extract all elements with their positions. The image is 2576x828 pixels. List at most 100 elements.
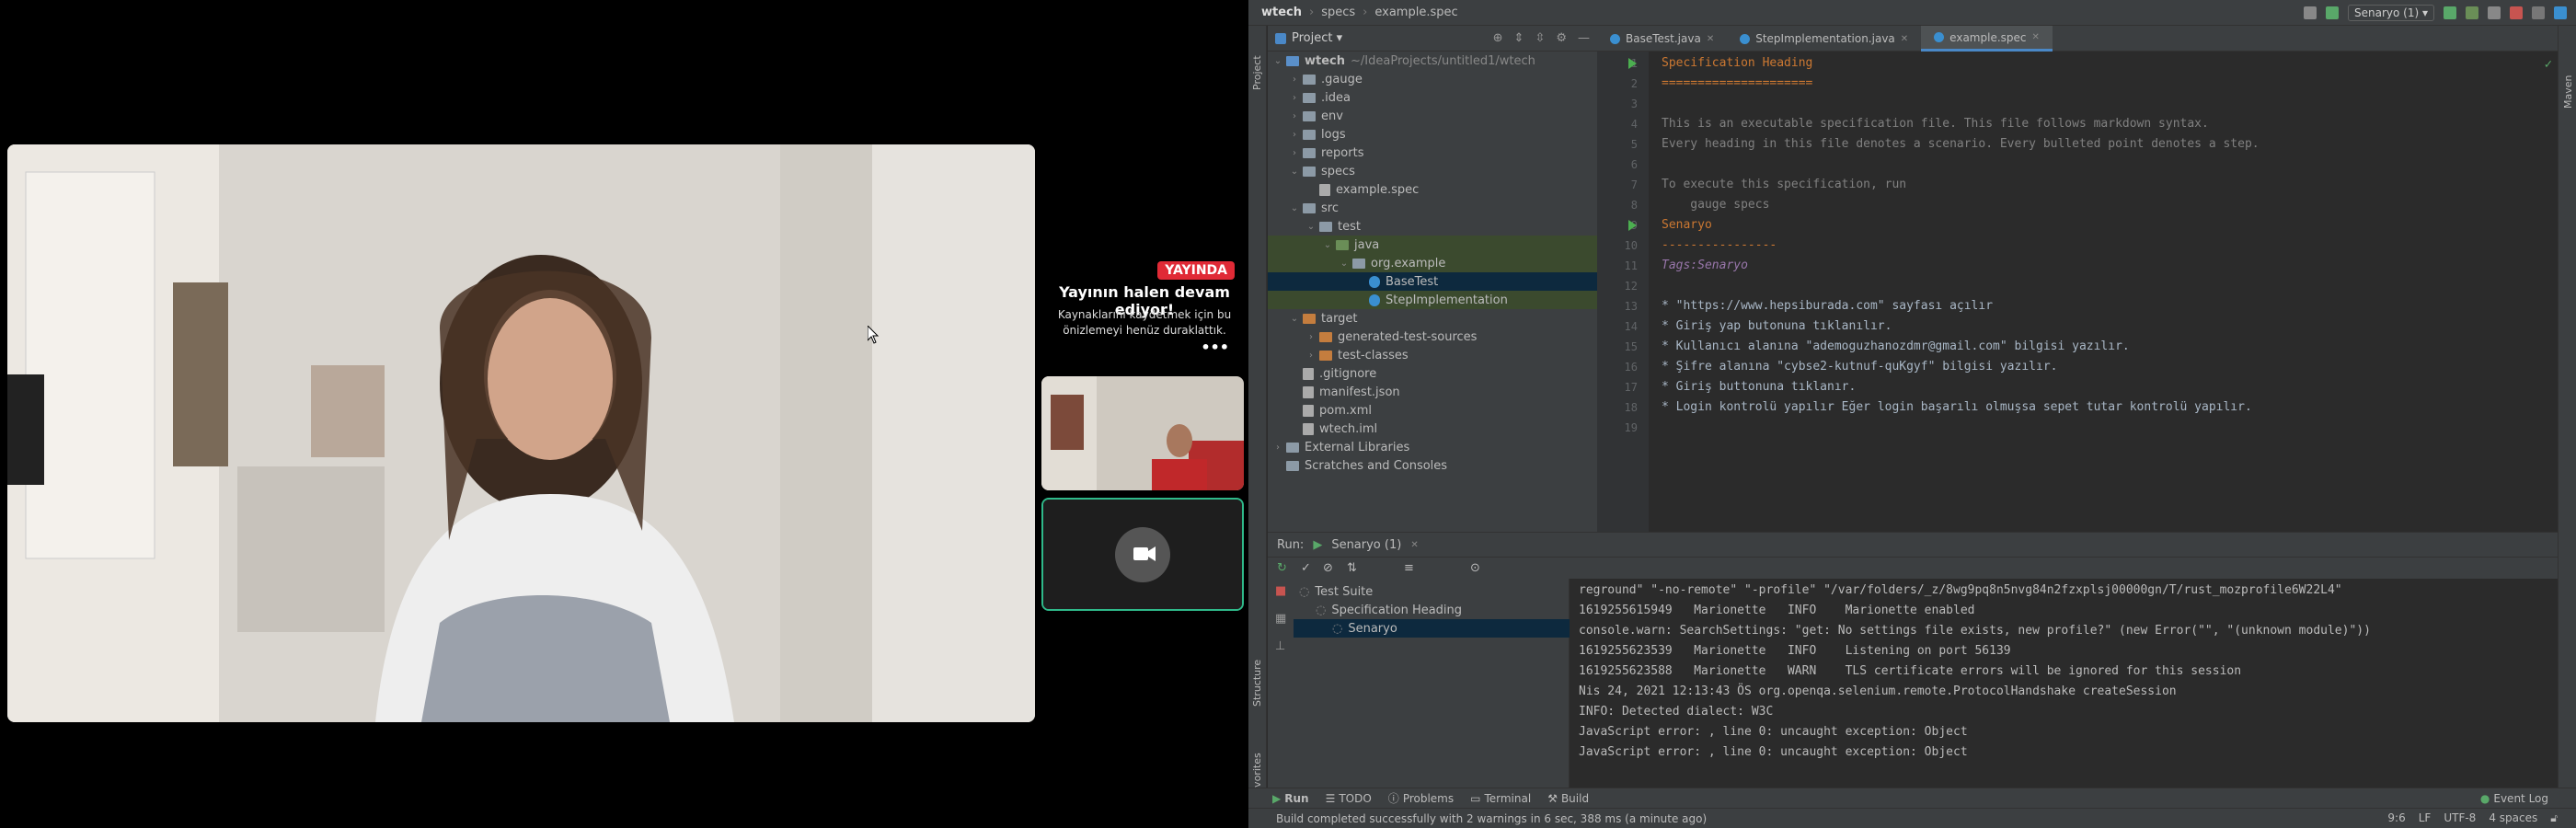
expand-chevron-icon[interactable]: ⌄	[1338, 259, 1351, 269]
more-options-button[interactable]: •••	[1201, 339, 1229, 356]
code-line[interactable]: Every heading in this file denotes a sce…	[1662, 134, 2260, 155]
tree-item[interactable]: ⌄ test	[1268, 217, 1597, 236]
expand-chevron-icon[interactable]: ›	[1288, 148, 1301, 158]
indent-setting[interactable]: 4 spaces	[2489, 811, 2537, 825]
debug-icon[interactable]	[2466, 6, 2478, 19]
tree-item[interactable]: ⌄ src	[1268, 199, 1597, 217]
code-line[interactable]: Senaryo	[1662, 215, 1712, 236]
participant-video-thumbnail[interactable]	[1041, 376, 1244, 490]
run-tab[interactable]: Senaryo (1)	[1331, 538, 1401, 552]
code-line[interactable]: * Giriş yap butonuna tıklanılır.	[1662, 316, 1892, 337]
tree-item[interactable]: ⌄ wtech ~/IdeaProjects/untitled1/wtech	[1268, 52, 1597, 70]
code-line[interactable]: gauge specs	[1662, 195, 1769, 215]
tree-item[interactable]: BaseTest	[1268, 272, 1597, 291]
code-line[interactable]: * Login kontrolü yapılır Eğer login başa…	[1662, 397, 2252, 418]
pin-icon[interactable]: ⊥	[1275, 639, 1285, 653]
expand-chevron-icon[interactable]: ⌄	[1288, 203, 1301, 213]
tree-item[interactable]: StepImplementation	[1268, 291, 1597, 309]
close-icon[interactable]: ✕	[1901, 34, 1908, 44]
expand-chevron-icon[interactable]: ›	[1305, 332, 1317, 342]
hide-icon[interactable]: —	[1578, 31, 1590, 45]
run-gutter-icon[interactable]	[1628, 58, 1637, 69]
run-configuration-select[interactable]: Senaryo (1) ▾	[2348, 5, 2434, 21]
tree-item[interactable]: › logs	[1268, 125, 1597, 144]
file-encoding[interactable]: UTF-8	[2444, 811, 2476, 825]
code-line[interactable]: =====================	[1662, 74, 1812, 94]
structure-tool-tab[interactable]: Structure	[1251, 660, 1263, 707]
run-icon[interactable]	[2444, 6, 2456, 19]
stop-icon[interactable]	[2510, 6, 2523, 19]
tree-item[interactable]: ⌄ java	[1268, 236, 1597, 254]
test-tree-item[interactable]: ◌ Test Suite	[1294, 582, 1570, 601]
settings-icon[interactable]	[2554, 6, 2567, 19]
code-editor[interactable]: 1 2 3 4 5 6 7 8 9 10 11 12 13 14 15 16 17 18 19 Specificat…	[1597, 52, 2558, 532]
self-video-thumbnail[interactable]	[1041, 498, 1244, 611]
maven-tool-tab[interactable]: Maven	[2562, 75, 2574, 109]
close-icon[interactable]: ✕	[1410, 540, 1418, 550]
code-line[interactable]: To execute this specification, run	[1662, 175, 1906, 195]
run-tool-button[interactable]: ▶ Run	[1272, 792, 1309, 805]
expand-chevron-icon[interactable]: ⌄	[1288, 314, 1301, 324]
editor-tab[interactable]: BaseTest.java ✕	[1597, 26, 1727, 52]
tree-item[interactable]: › reports	[1268, 144, 1597, 162]
code-line[interactable]: * "https://www.hepsiburada.com" sayfası …	[1662, 296, 1993, 316]
lock-icon[interactable]: 🔓︎	[2550, 811, 2558, 825]
problems-tool-button[interactable]: ⓘ Problems	[1388, 790, 1454, 806]
collapse-all-icon[interactable]: ⇳	[1535, 31, 1545, 45]
line-separator[interactable]: LF	[2419, 811, 2432, 825]
close-icon[interactable]: ✕	[2032, 32, 2040, 42]
expand-chevron-icon[interactable]: ⌄	[1271, 56, 1284, 66]
coverage-icon[interactable]	[2488, 6, 2501, 19]
tree-item[interactable]: ⌄ target	[1268, 309, 1597, 328]
gear-icon[interactable]: ⚙	[1556, 31, 1567, 45]
editor-tab[interactable]: example.spec ✕	[1921, 26, 2053, 52]
layout-icon[interactable]: ▦	[1275, 612, 1286, 626]
breadcrumb-folder[interactable]: specs	[1321, 6, 1355, 19]
history-icon[interactable]: ⊙	[1470, 561, 1480, 575]
breadcrumb-project[interactable]: wtech	[1261, 6, 1302, 19]
cursor-position[interactable]: 9:6	[2387, 811, 2405, 825]
code-line[interactable]: This is an executable specification file…	[1662, 114, 2209, 134]
expand-chevron-icon[interactable]: ›	[1288, 111, 1301, 121]
tree-item[interactable]: wtech.iml	[1268, 420, 1597, 438]
rerun-icon[interactable]: ↻	[1277, 561, 1287, 575]
expand-chevron-icon[interactable]: ⌄	[1288, 167, 1301, 177]
code-line[interactable]: * Kullanıcı alanına "ademoguzhanozdmr@gm…	[1662, 337, 2130, 357]
terminal-tool-button[interactable]: ▭ Terminal	[1470, 792, 1531, 805]
tree-item[interactable]: › generated-test-sources	[1268, 328, 1597, 346]
expand-chevron-icon[interactable]: ⌄	[1321, 240, 1334, 250]
expand-chevron-icon[interactable]: ⌄	[1305, 222, 1317, 232]
expand-chevron-icon[interactable]: ›	[1288, 75, 1301, 85]
tree-item[interactable]: .gitignore	[1268, 364, 1597, 383]
tree-item[interactable]: › .gauge	[1268, 70, 1597, 88]
tree-item[interactable]: ⌄ specs	[1268, 162, 1597, 180]
tree-item[interactable]: ⌄ org.example	[1268, 254, 1597, 272]
sort-icon[interactable]: ⇅	[1347, 561, 1357, 575]
show-passed-icon[interactable]: ✓	[1301, 561, 1311, 575]
expand-chevron-icon[interactable]: ›	[1271, 443, 1284, 453]
editor-tab[interactable]: StepImplementation.java ✕	[1727, 26, 1921, 52]
code-line[interactable]: * Şifre alanına "cybse2-kutnuf-quKgyf" b…	[1662, 357, 2057, 377]
tree-item[interactable]: › env	[1268, 107, 1597, 125]
todo-tool-button[interactable]: ☰ TODO	[1326, 792, 1372, 805]
expand-chevron-icon[interactable]: ›	[1305, 351, 1317, 361]
code-line[interactable]: Specification Heading	[1662, 53, 1812, 74]
locate-icon[interactable]: ⊕	[1493, 31, 1503, 45]
test-tree-item[interactable]: ◌ Specification Heading	[1294, 601, 1570, 619]
tree-item[interactable]: › External Libraries	[1268, 438, 1597, 456]
code-line[interactable]: Tags:Senaryo	[1662, 256, 1748, 276]
expand-chevron-icon[interactable]: ›	[1288, 93, 1301, 103]
event-log-button[interactable]: ● Event Log	[2480, 792, 2548, 805]
project-tool-tab[interactable]: Project	[1251, 55, 1263, 90]
code-line[interactable]: * Giriş buttonuna tıklanır.	[1662, 377, 1856, 397]
breadcrumb-file[interactable]: example.spec	[1374, 6, 1457, 19]
project-view-select[interactable]: Project ▾	[1292, 31, 1342, 45]
tree-item[interactable]: pom.xml	[1268, 401, 1597, 420]
code-line[interactable]: ----------------	[1662, 236, 1777, 256]
tree-item[interactable]: manifest.json	[1268, 383, 1597, 401]
build-hammer-icon[interactable]	[2326, 6, 2339, 19]
search-icon[interactable]	[2532, 6, 2545, 19]
run-gutter-icon[interactable]	[1628, 220, 1637, 231]
tree-item[interactable]: Scratches and Consoles	[1268, 456, 1597, 475]
test-tree-item[interactable]: ◌ Senaryo	[1294, 619, 1570, 638]
